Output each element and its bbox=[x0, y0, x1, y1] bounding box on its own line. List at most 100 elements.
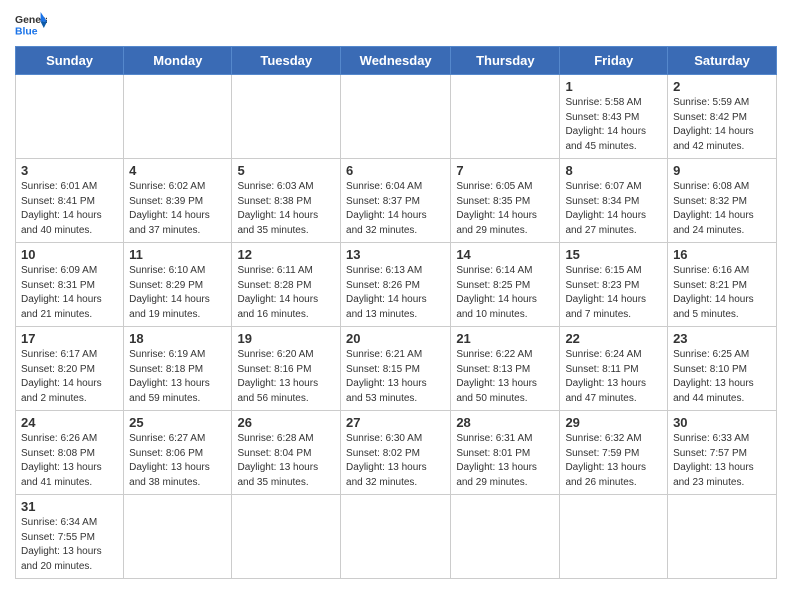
calendar-week-row: 17Sunrise: 6:17 AM Sunset: 8:20 PM Dayli… bbox=[16, 327, 777, 411]
calendar-day-cell: 18Sunrise: 6:19 AM Sunset: 8:18 PM Dayli… bbox=[124, 327, 232, 411]
day-info: Sunrise: 6:25 AM Sunset: 8:10 PM Dayligh… bbox=[673, 348, 771, 406]
weekday-header-friday: Friday bbox=[560, 47, 668, 75]
day-info: Sunrise: 6:16 AM Sunset: 8:21 PM Dayligh… bbox=[673, 264, 771, 322]
day-info: Sunrise: 6:04 AM Sunset: 8:37 PM Dayligh… bbox=[346, 180, 445, 238]
day-number: 26 bbox=[237, 415, 335, 430]
calendar-day-cell: 27 Sunrise: 6:30 AM Sunset: 8:02 PM Dayli… bbox=[341, 411, 451, 495]
calendar-week-row: 31 Sunrise: 6:34 AM Sunset: 7:55 PM Dayli… bbox=[16, 495, 777, 579]
day-number: 16 bbox=[673, 247, 771, 262]
day-info: Sunrise: 6:10 AM Sunset: 8:29 PM Dayligh… bbox=[129, 264, 226, 322]
calendar-day-cell: 4Sunrise: 6:02 AM Sunset: 8:39 PM Daylig… bbox=[124, 159, 232, 243]
calendar-day-cell: 15Sunrise: 6:15 AM Sunset: 8:23 PM Dayli… bbox=[560, 243, 668, 327]
weekday-header-wednesday: Wednesday bbox=[341, 47, 451, 75]
day-number: 30 bbox=[673, 415, 771, 430]
calendar-day-cell: 31 Sunrise: 6:34 AM Sunset: 7:55 PM Dayli… bbox=[16, 495, 124, 579]
calendar-day-cell: 19Sunrise: 6:20 AM Sunset: 8:16 PM Dayli… bbox=[232, 327, 341, 411]
day-info: Sunrise: 6:14 AM Sunset: 8:25 PM Dayligh… bbox=[456, 264, 554, 322]
day-info: Sunrise: 6:32 AM Sunset: 7:59 PM Dayligh… bbox=[565, 432, 662, 490]
calendar-day-cell: 9Sunrise: 6:08 AM Sunset: 8:32 PM Daylig… bbox=[668, 159, 777, 243]
day-info: Sunrise: 6:05 AM Sunset: 8:35 PM Dayligh… bbox=[456, 180, 554, 238]
day-number: 3 bbox=[21, 163, 118, 178]
calendar-day-cell: 12 Sunrise: 6:11 AM Sunset: 8:28 PM Dayli… bbox=[232, 243, 341, 327]
calendar-day-cell: 22 Sunrise: 6:24 AM Sunset: 8:11 PM Dayli… bbox=[560, 327, 668, 411]
day-number: 1 bbox=[565, 79, 662, 94]
day-info: Sunrise: 6:24 AM Sunset: 8:11 PM Dayligh… bbox=[565, 348, 662, 406]
calendar-day-cell bbox=[124, 495, 232, 579]
calendar-day-cell: 21 Sunrise: 6:22 AM Sunset: 8:13 PM Dayli… bbox=[451, 327, 560, 411]
day-info: Sunrise: 5:59 AM Sunset: 8:42 PM Dayligh… bbox=[673, 96, 771, 154]
day-number: 7 bbox=[456, 163, 554, 178]
calendar-day-cell bbox=[560, 495, 668, 579]
day-info: Sunrise: 6:28 AM Sunset: 8:04 PM Dayligh… bbox=[237, 432, 335, 490]
day-number: 28 bbox=[456, 415, 554, 430]
calendar-day-cell bbox=[341, 495, 451, 579]
day-number: 23 bbox=[673, 331, 771, 346]
day-info: Sunrise: 6:07 AM Sunset: 8:34 PM Dayligh… bbox=[565, 180, 662, 238]
calendar-day-cell bbox=[16, 75, 124, 159]
calendar-table: SundayMondayTuesdayWednesdayThursdayFrid… bbox=[15, 46, 777, 579]
day-info: Sunrise: 6:21 AM Sunset: 8:15 PM Dayligh… bbox=[346, 348, 445, 406]
day-info: Sunrise: 5:58 AM Sunset: 8:43 PM Dayligh… bbox=[565, 96, 662, 154]
calendar-day-cell: 29 Sunrise: 6:32 AM Sunset: 7:59 PM Dayli… bbox=[560, 411, 668, 495]
day-number: 8 bbox=[565, 163, 662, 178]
calendar-day-cell: 24Sunrise: 6:26 AM Sunset: 8:08 PM Dayli… bbox=[16, 411, 124, 495]
day-number: 14 bbox=[456, 247, 554, 262]
calendar-day-cell: 26 Sunrise: 6:28 AM Sunset: 8:04 PM Dayli… bbox=[232, 411, 341, 495]
calendar-day-cell: 7 Sunrise: 6:05 AM Sunset: 8:35 PM Daylig… bbox=[451, 159, 560, 243]
day-number: 4 bbox=[129, 163, 226, 178]
calendar-day-cell: 8 Sunrise: 6:07 AM Sunset: 8:34 PM Daylig… bbox=[560, 159, 668, 243]
day-number: 21 bbox=[456, 331, 554, 346]
calendar-day-cell: 23 Sunrise: 6:25 AM Sunset: 8:10 PM Dayli… bbox=[668, 327, 777, 411]
calendar-week-row: 3 Sunrise: 6:01 AM Sunset: 8:41 PM Daylig… bbox=[16, 159, 777, 243]
day-info: Sunrise: 6:31 AM Sunset: 8:01 PM Dayligh… bbox=[456, 432, 554, 490]
calendar-day-cell: 14 Sunrise: 6:14 AM Sunset: 8:25 PM Dayli… bbox=[451, 243, 560, 327]
weekday-header-sunday: Sunday bbox=[16, 47, 124, 75]
logo: General Blue bbox=[15, 10, 47, 38]
calendar-day-cell: 10 Sunrise: 6:09 AM Sunset: 8:31 PM Dayli… bbox=[16, 243, 124, 327]
day-info: Sunrise: 6:26 AM Sunset: 8:08 PM Dayligh… bbox=[21, 432, 118, 490]
day-info: Sunrise: 6:22 AM Sunset: 8:13 PM Dayligh… bbox=[456, 348, 554, 406]
calendar-day-cell: 3 Sunrise: 6:01 AM Sunset: 8:41 PM Daylig… bbox=[16, 159, 124, 243]
day-number: 20 bbox=[346, 331, 445, 346]
day-info: Sunrise: 6:27 AM Sunset: 8:06 PM Dayligh… bbox=[129, 432, 226, 490]
calendar-day-cell: 30 Sunrise: 6:33 AM Sunset: 7:57 PM Dayli… bbox=[668, 411, 777, 495]
calendar-day-cell bbox=[668, 495, 777, 579]
day-info: Sunrise: 6:09 AM Sunset: 8:31 PM Dayligh… bbox=[21, 264, 118, 322]
weekday-header-monday: Monday bbox=[124, 47, 232, 75]
weekday-header-saturday: Saturday bbox=[668, 47, 777, 75]
calendar-day-cell: 11Sunrise: 6:10 AM Sunset: 8:29 PM Dayli… bbox=[124, 243, 232, 327]
day-number: 10 bbox=[21, 247, 118, 262]
day-number: 2 bbox=[673, 79, 771, 94]
calendar-day-cell bbox=[124, 75, 232, 159]
svg-text:Blue: Blue bbox=[15, 26, 38, 37]
day-info: Sunrise: 6:13 AM Sunset: 8:26 PM Dayligh… bbox=[346, 264, 445, 322]
day-info: Sunrise: 6:30 AM Sunset: 8:02 PM Dayligh… bbox=[346, 432, 445, 490]
day-info: Sunrise: 6:34 AM Sunset: 7:55 PM Dayligh… bbox=[21, 516, 118, 574]
calendar-day-cell: 13Sunrise: 6:13 AM Sunset: 8:26 PM Dayli… bbox=[341, 243, 451, 327]
weekday-header-row: SundayMondayTuesdayWednesdayThursdayFrid… bbox=[16, 47, 777, 75]
calendar-day-cell: 25 Sunrise: 6:27 AM Sunset: 8:06 PM Dayli… bbox=[124, 411, 232, 495]
day-number: 5 bbox=[237, 163, 335, 178]
day-number: 22 bbox=[565, 331, 662, 346]
calendar-week-row: 10 Sunrise: 6:09 AM Sunset: 8:31 PM Dayli… bbox=[16, 243, 777, 327]
calendar-day-cell: 28 Sunrise: 6:31 AM Sunset: 8:01 PM Dayli… bbox=[451, 411, 560, 495]
day-info: Sunrise: 6:11 AM Sunset: 8:28 PM Dayligh… bbox=[237, 264, 335, 322]
calendar-day-cell: 6Sunrise: 6:04 AM Sunset: 8:37 PM Daylig… bbox=[341, 159, 451, 243]
calendar-day-cell bbox=[451, 495, 560, 579]
calendar-day-cell: 2 Sunrise: 5:59 AM Sunset: 8:42 PM Daylig… bbox=[668, 75, 777, 159]
day-number: 31 bbox=[21, 499, 118, 514]
calendar-week-row: 24Sunrise: 6:26 AM Sunset: 8:08 PM Dayli… bbox=[16, 411, 777, 495]
day-info: Sunrise: 6:17 AM Sunset: 8:20 PM Dayligh… bbox=[21, 348, 118, 406]
day-number: 12 bbox=[237, 247, 335, 262]
day-number: 19 bbox=[237, 331, 335, 346]
day-number: 29 bbox=[565, 415, 662, 430]
day-number: 25 bbox=[129, 415, 226, 430]
day-info: Sunrise: 6:33 AM Sunset: 7:57 PM Dayligh… bbox=[673, 432, 771, 490]
day-number: 18 bbox=[129, 331, 226, 346]
day-number: 27 bbox=[346, 415, 445, 430]
generalblue-logo-icon: General Blue bbox=[15, 10, 47, 38]
calendar-day-cell: 17Sunrise: 6:17 AM Sunset: 8:20 PM Dayli… bbox=[16, 327, 124, 411]
day-info: Sunrise: 6:01 AM Sunset: 8:41 PM Dayligh… bbox=[21, 180, 118, 238]
day-info: Sunrise: 6:08 AM Sunset: 8:32 PM Dayligh… bbox=[673, 180, 771, 238]
calendar-week-row: 1 Sunrise: 5:58 AM Sunset: 8:43 PM Daylig… bbox=[16, 75, 777, 159]
